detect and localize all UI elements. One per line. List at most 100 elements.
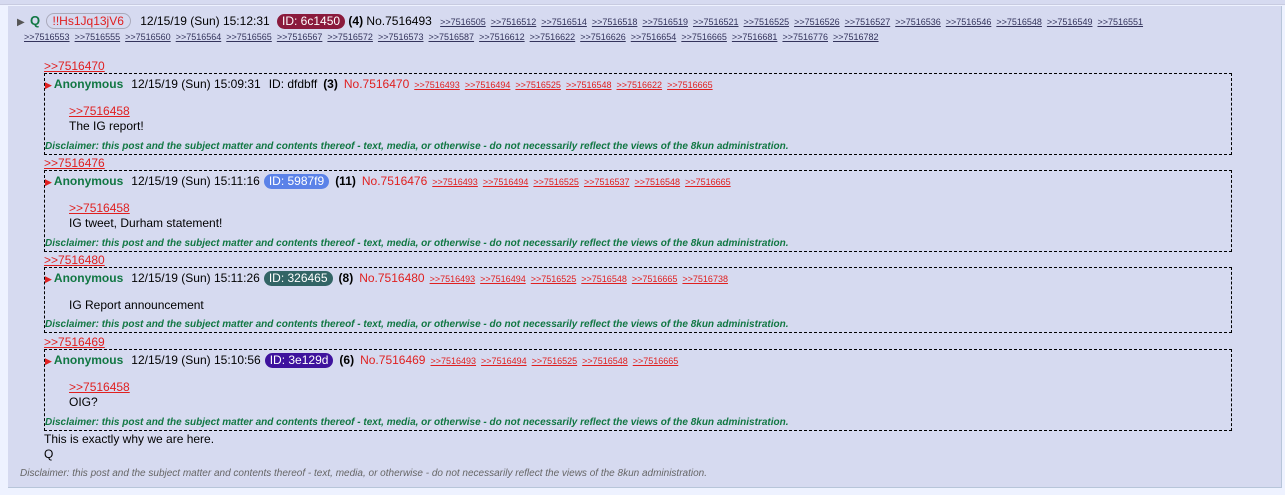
- backlink[interactable]: >>7516527: [845, 17, 891, 27]
- backlink[interactable]: >>7516494: [483, 177, 529, 187]
- backlink[interactable]: >>7516622: [617, 80, 663, 90]
- reply-arrow-icon: ▶: [45, 80, 52, 90]
- post-date: 12/15/19 (Sun) 15:11:16: [131, 174, 260, 188]
- backlink[interactable]: >>7516536: [895, 17, 941, 27]
- quoted-post-text: OIG?: [69, 395, 98, 409]
- post-count: (3): [323, 77, 338, 91]
- backlink[interactable]: >>7516665: [667, 80, 713, 90]
- quote-reference-link[interactable]: >>7516470: [44, 59, 105, 73]
- post-number[interactable]: No.7516493: [366, 14, 431, 28]
- backlink[interactable]: >>7516548: [581, 274, 627, 284]
- backlink[interactable]: >>7516494: [481, 356, 527, 366]
- backlink[interactable]: >>7516567: [277, 32, 323, 42]
- quote-link[interactable]: >>7516458: [69, 380, 130, 394]
- post-number[interactable]: No.7516469: [360, 353, 425, 367]
- backlink[interactable]: >>7516525: [533, 177, 579, 187]
- poster-id-badge[interactable]: ID: 5987f9: [263, 174, 330, 189]
- backlink[interactable]: >>7516573: [378, 32, 424, 42]
- backlink[interactable]: >>7516537: [584, 177, 630, 187]
- quote-reference-link[interactable]: >>7516476: [44, 156, 105, 170]
- backlink[interactable]: >>7516560: [125, 32, 171, 42]
- poster-name: Q: [30, 13, 41, 28]
- backlinks-overflow: >>7516553 >>7516555 >>7516560 >>7516564 >>75…: [24, 32, 1264, 42]
- quote-link[interactable]: >>7516458: [69, 104, 130, 118]
- poster-id-badge[interactable]: ID: dfdbff: [269, 77, 317, 91]
- backlink[interactable]: >>7516546: [946, 17, 992, 27]
- backlinks-inline: >>7516505 >>7516512 >>7516514 >>7516518 >>75…: [435, 14, 1143, 28]
- backlink[interactable]: >>7516665: [685, 177, 731, 187]
- backlink[interactable]: >>7516548: [582, 356, 628, 366]
- backlink[interactable]: >>7516622: [530, 32, 576, 42]
- backlink[interactable]: >>7516564: [176, 32, 222, 42]
- quoted-post-disclaimer: Disclaimer: this post and the subject ma…: [45, 141, 789, 152]
- post-number[interactable]: No.7516470: [344, 77, 409, 91]
- backlink[interactable]: >>7516565: [226, 32, 272, 42]
- poster-name: Anonymous: [53, 77, 124, 91]
- backlink[interactable]: >>7516738: [682, 274, 728, 284]
- backlink[interactable]: >>7516665: [633, 356, 679, 366]
- poster-name: Anonymous: [53, 271, 124, 285]
- backlink[interactable]: >>7516525: [515, 80, 561, 90]
- backlink[interactable]: >>7516626: [580, 32, 626, 42]
- backlink[interactable]: >>7516665: [681, 32, 727, 42]
- reply-arrow-icon: ▶: [45, 356, 52, 366]
- backlink[interactable]: >>7516665: [632, 274, 678, 284]
- quoted-post: ▶ Anonymous 12/15/19 (Sun) 15:10:56 ID: 3e1…: [44, 349, 1232, 431]
- backlink[interactable]: >>7516525: [744, 17, 790, 27]
- backlink[interactable]: >>7516525: [531, 274, 577, 284]
- backlink[interactable]: >>7516505: [440, 17, 486, 27]
- backlink[interactable]: >>7516525: [532, 356, 578, 366]
- backlink[interactable]: >>7516521: [693, 17, 739, 27]
- post-container: ▶ Q !!Hs1Jq13jV6 12/15/19 (Sun) 15:12:31…: [8, 6, 1282, 488]
- poster-id-badge[interactable]: ID: 3e129d: [264, 353, 334, 368]
- backlink[interactable]: >>7516681: [732, 32, 778, 42]
- quote-link[interactable]: >>7516458: [69, 201, 130, 215]
- collapse-triangle-icon[interactable]: ▶: [17, 17, 25, 28]
- backlink[interactable]: >>7516555: [75, 32, 121, 42]
- backlink[interactable]: >>7516553: [24, 32, 70, 42]
- post-count: (8): [338, 271, 354, 285]
- post-number[interactable]: No.7516480: [359, 271, 424, 285]
- backlink[interactable]: >>7516494: [480, 274, 526, 284]
- backlink[interactable]: >>7516654: [631, 32, 677, 42]
- poster-name: Anonymous: [53, 174, 124, 188]
- backlink[interactable]: >>7516514: [541, 17, 587, 27]
- post-date: 12/15/19 (Sun) 15:10:56: [131, 353, 261, 367]
- backlink[interactable]: >>7516548: [566, 80, 612, 90]
- backlink[interactable]: >>7516512: [491, 17, 537, 27]
- quoted-post-text: IG Report announcement: [69, 298, 204, 312]
- poster-id-badge[interactable]: ID: 326465: [263, 271, 333, 286]
- post-number[interactable]: No.7516476: [362, 174, 427, 188]
- quote-reference-link[interactable]: >>7516480: [44, 253, 105, 267]
- backlink[interactable]: >>7516549: [1047, 17, 1093, 27]
- backlink[interactable]: >>7516493: [432, 177, 478, 187]
- quote-reference-link[interactable]: >>7516469: [44, 335, 105, 349]
- backlink[interactable]: >>7516493: [430, 356, 476, 366]
- backlink[interactable]: >>7516548: [996, 17, 1042, 27]
- backlink[interactable]: >>7516519: [642, 17, 688, 27]
- backlink[interactable]: >>7516572: [327, 32, 373, 42]
- post-count: (6): [339, 353, 355, 367]
- post-count: (11): [335, 174, 356, 188]
- top-divider: [0, 0, 1285, 5]
- poster-id-badge[interactable]: ID: 6c1450: [277, 14, 346, 29]
- post-date: 12/15/19 (Sun) 15:11:26: [131, 271, 260, 285]
- post-body-line-1: This is exactly why we are here.: [44, 432, 215, 446]
- backlink[interactable]: >>7516551: [1097, 17, 1143, 27]
- backlink[interactable]: >>7516612: [479, 32, 525, 42]
- backlink[interactable]: >>7516493: [430, 274, 476, 284]
- backlink[interactable]: >>7516526: [794, 17, 840, 27]
- quoted-post-disclaimer: Disclaimer: this post and the subject ma…: [45, 238, 789, 249]
- backlink[interactable]: >>7516494: [465, 80, 511, 90]
- quoted-post-header: ▶ Anonymous 12/15/19 (Sun) 15:11:26 ID: 326…: [45, 271, 728, 286]
- backlink[interactable]: >>7516493: [414, 80, 460, 90]
- quoted-post-text: The IG report!: [69, 119, 144, 133]
- quoted-post-header: ▶ Anonymous 12/15/19 (Sun) 15:11:16 ID: 598…: [45, 174, 731, 189]
- backlink[interactable]: >>7516548: [635, 177, 681, 187]
- post-count: (4): [348, 14, 364, 28]
- backlink[interactable]: >>7516587: [429, 32, 475, 42]
- backlink[interactable]: >>7516782: [833, 32, 879, 42]
- backlink[interactable]: >>7516518: [592, 17, 638, 27]
- backlink[interactable]: >>7516776: [782, 32, 828, 42]
- poster-name: Anonymous: [53, 353, 124, 367]
